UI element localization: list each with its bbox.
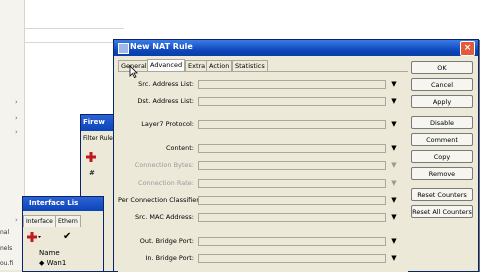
src-address-list-input[interactable] [198,80,386,89]
out-bridge-port-select[interactable] [198,237,386,246]
divider [24,28,124,29]
per-connection-classifier-label: Per Connection Classifier: [118,196,202,204]
sidebar-item-label[interactable]: nal [0,229,9,236]
interface-window-titlebar[interactable]: Interface Lis [23,197,103,211]
window-icon [118,43,129,54]
dialog-tabbar: General Advanced Extra Action Statistics [118,59,398,71]
divider [24,42,124,43]
interface-toolbar: ✔ [25,231,101,245]
column-header-number: # [89,169,95,177]
tab-advanced[interactable]: Advanced [147,59,186,71]
layer7-protocol-label: Layer7 Protocol: [141,120,194,128]
dropdown-arrow-icon[interactable]: ▼ [390,196,398,205]
connection-rate-input [198,179,386,188]
reset-counters-button[interactable]: Reset Counters [411,188,473,201]
connection-bytes-label: Connection Bytes: [134,161,194,169]
tab-action[interactable]: Action [206,60,233,71]
dst-address-list-label: Dst. Address List: [137,97,194,105]
mouse-cursor-icon [129,65,138,78]
column-header-name: Name [39,249,60,257]
interface-list-window: Interface Lis Interface Ethern ✔ Name ◆ … [22,196,104,272]
dropdown-arrow-icon[interactable]: ▼ [390,213,398,222]
tab-filter-rules[interactable]: Filter Rule [83,135,117,142]
advanced-tab-panel: Src. Address List: ▼ Dst. Address List: … [118,71,408,272]
dropdown-arrow-icon: ▼ [391,179,397,187]
tab-ethernet[interactable]: Ethern [55,215,81,227]
disable-button[interactable]: Disable [411,116,473,129]
per-connection-classifier-input[interactable] [198,196,386,205]
reset-all-counters-button[interactable]: Reset All Counters [411,205,473,218]
dropdown-arrow-icon: ▼ [391,161,397,169]
interface-icon: ◆ [39,259,45,267]
content-input[interactable] [198,144,386,153]
dropdown-arrow-icon[interactable]: ▼ [390,97,398,106]
background-toolbar-row [24,0,480,10]
chevron-right-icon[interactable]: › [15,98,18,106]
dialog-title: New NAT Rule [130,42,193,51]
dropdown-arrow-icon[interactable]: ▼ [390,120,398,129]
chevron-right-icon[interactable]: › [15,128,18,136]
remove-button[interactable]: Remove [411,167,473,180]
sidebar-item-label[interactable]: ou.fi [0,260,13,267]
dialog-titlebar[interactable]: New NAT Rule × [114,40,478,56]
tab-extra[interactable]: Extra [185,60,209,71]
layer7-protocol-select[interactable] [198,120,386,129]
dropdown-arrow-icon[interactable]: ▼ [390,80,398,89]
src-mac-address-input[interactable] [198,213,386,222]
apply-button[interactable]: Apply [411,95,473,108]
add-icon[interactable] [27,231,41,243]
enable-check-icon[interactable]: ✔ [63,231,75,243]
sidebar-item-label[interactable]: nels [0,245,12,252]
out-bridge-port-label: Out. Bridge Port: [139,237,194,245]
interface-tabbar: Interface Ethern [23,215,103,227]
interface-window-title: Interface Lis [29,199,79,207]
new-nat-rule-dialog: New NAT Rule × General Advanced Extra Ac… [113,39,479,272]
content-label: Content: [165,144,194,152]
add-icon[interactable] [85,151,97,163]
chevron-right-icon[interactable]: › [15,114,18,122]
table-row[interactable]: ◆ Wan1 [39,259,66,267]
chevron-right-icon[interactable]: › [15,216,18,224]
ok-button[interactable]: OK [411,61,473,74]
src-mac-address-label: Src. MAC Address: [135,213,194,221]
copy-button[interactable]: Copy [411,150,473,163]
connection-bytes-input [198,161,386,170]
close-button[interactable]: × [460,41,475,56]
dst-address-list-input[interactable] [198,97,386,106]
dropdown-arrow-icon[interactable]: ▼ [390,237,398,246]
connection-rate-label: Connection Rate: [138,179,194,187]
dropdown-arrow-icon[interactable]: ▼ [390,144,398,153]
in-bridge-port-select[interactable] [198,254,386,263]
in-bridge-port-label: In. Bridge Port: [145,254,195,262]
interface-name: Wan1 [46,259,67,267]
tab-interface[interactable]: Interface [23,215,56,227]
comment-button[interactable]: Comment [411,133,473,146]
tab-statistics[interactable]: Statistics [232,60,268,71]
dropdown-arrow-icon[interactable]: ▼ [390,254,398,263]
cancel-button[interactable]: Cancel [411,78,473,91]
src-address-list-label: Src. Address List: [138,80,194,88]
